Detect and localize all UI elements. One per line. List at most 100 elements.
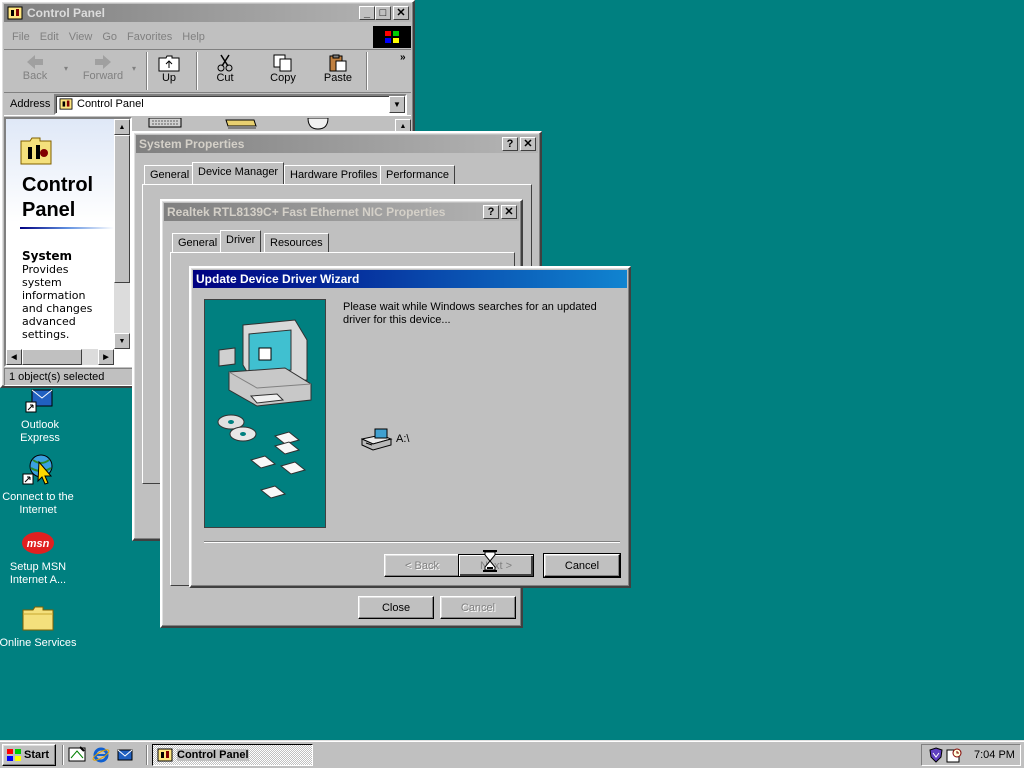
address-bar: Address Control Panel ▼ (4, 92, 411, 116)
desktop-icon-label: Setup MSN Internet A... (9, 561, 67, 586)
tab-performance[interactable]: Performance (380, 165, 455, 185)
page-title-line1: Control (22, 174, 94, 196)
tab-resources[interactable]: Resources (264, 233, 329, 253)
svg-text:msn: msn (27, 538, 50, 550)
wizard-message: Please wait while Windows searches for a… (343, 301, 597, 326)
address-dropdown-button[interactable]: ▼ (389, 96, 405, 113)
cancel-label: Cancel (564, 559, 600, 572)
control-panel-icon (59, 98, 73, 110)
desktop-icon-label: Outlook Express (20, 419, 60, 444)
copy-label: Copy (270, 72, 296, 84)
desktop-icon-outlook-express[interactable]: Outlook Express (0, 386, 80, 445)
tab-general[interactable]: General (144, 165, 196, 185)
close-button[interactable]: ✕ (520, 137, 536, 151)
taskbar-task-control-panel[interactable]: Control Panel (152, 744, 313, 766)
paste-label: Paste (323, 72, 353, 84)
address-input[interactable]: Control Panel ▼ (54, 94, 407, 115)
internet-explorer-icon[interactable] (92, 746, 110, 764)
minimize-button[interactable]: _ (359, 6, 375, 20)
keyboard-icon (148, 118, 182, 128)
back-label: Back (22, 70, 48, 82)
cut-button[interactable]: Cut (210, 54, 240, 84)
floppy-drive-icon (361, 428, 393, 451)
show-desktop-icon[interactable] (68, 746, 86, 764)
close-dialog-button[interactable]: Close (358, 596, 434, 619)
drive-label: A:\ (396, 433, 410, 445)
update-driver-wizard: Update Device Driver Wizard Please wait … (189, 266, 631, 588)
cancel-dialog-button[interactable]: Cancel (440, 596, 516, 619)
cancel-label: Cancel (460, 601, 496, 614)
clock: 7:04 PM (974, 749, 1015, 761)
horizontal-scrollbar[interactable]: ◀ ▶ (6, 349, 114, 365)
quick-launch (68, 746, 134, 764)
tab-hardware-profiles[interactable]: Hardware Profiles (284, 165, 384, 185)
control-panel-icon (157, 748, 173, 762)
window-title: Control Panel (27, 6, 106, 20)
modem-icon (225, 119, 257, 129)
cut-label: Cut (216, 72, 234, 84)
address-value: Control Panel (77, 98, 144, 110)
up-label: Up (161, 72, 177, 84)
task-label: Control Panel (177, 749, 249, 761)
scissors-icon (217, 54, 233, 72)
control-panel-titlebar[interactable]: Control Panel _ □ ✕ (4, 4, 411, 22)
copy-button[interactable]: Copy (266, 54, 300, 84)
help-button[interactable]: ? (483, 205, 499, 219)
wizard-cancel-button[interactable]: Cancel (543, 553, 621, 578)
desktop-icon-setup-msn[interactable]: msn Setup MSN Internet A... (0, 530, 78, 587)
desktop-icon-online-services[interactable]: Online Services (0, 604, 78, 650)
scroll-down-button[interactable]: ▼ (114, 333, 130, 349)
tab-device-manager[interactable]: Device Manager (192, 162, 285, 184)
vertical-scrollbar[interactable]: ▲ ▼ (114, 119, 130, 349)
menu-file[interactable]: File (12, 31, 30, 43)
tab-general[interactable]: General (172, 233, 224, 253)
help-button[interactable]: ? (502, 137, 518, 151)
scroll-right-button[interactable]: ▶ (98, 349, 114, 365)
close-button[interactable]: ✕ (393, 6, 409, 20)
shield-icon[interactable] (928, 747, 944, 763)
web-view-panel: Control Panel System Provides system inf… (6, 119, 114, 349)
menu-edit[interactable]: Edit (40, 31, 59, 43)
hourglass-cursor-icon (483, 550, 497, 572)
item-description: Provides system information and changes … (22, 263, 93, 341)
status-bar: 1 object(s) selected (4, 368, 135, 386)
content-pane: Control Panel System Provides system inf… (4, 117, 132, 367)
menu-help[interactable]: Help (182, 31, 205, 43)
back-dropdown-icon[interactable]: ▾ (64, 64, 68, 73)
copy-icon (273, 54, 292, 72)
paste-button[interactable]: Paste (320, 54, 356, 84)
hscroll-thumb[interactable] (22, 349, 82, 365)
menu-view[interactable]: View (69, 31, 93, 43)
windows-flag-icon (7, 749, 21, 761)
control-panel-large-icon (20, 137, 52, 165)
menu-bar: File Edit View Go Favorites Help (12, 29, 215, 45)
paste-clipboard-icon (329, 54, 347, 72)
forward-dropdown-icon[interactable]: ▾ (132, 64, 136, 73)
page-title-line2: Panel (22, 199, 76, 221)
wizard-titlebar[interactable]: Update Device Driver Wizard (193, 270, 627, 288)
menu-go[interactable]: Go (102, 31, 117, 43)
tab-driver[interactable]: Driver (220, 230, 262, 252)
scheduler-icon[interactable] (946, 747, 962, 763)
nic-properties-titlebar[interactable]: Realtek RTL8139C+ Fast Ethernet NIC Prop… (164, 203, 519, 221)
maximize-button[interactable]: □ (375, 6, 391, 20)
outlook-express-icon (25, 389, 53, 413)
forward-button[interactable]: Forward (78, 54, 128, 82)
menu-favorites[interactable]: Favorites (127, 31, 172, 43)
start-button[interactable]: Start (2, 744, 56, 766)
taskbar-separator (146, 745, 148, 765)
desktop-icon-connect-internet[interactable]: Connect to the Internet (0, 452, 78, 517)
scroll-thumb[interactable] (114, 135, 130, 283)
up-button[interactable]: Up (152, 54, 186, 84)
outlook-express-icon[interactable] (116, 746, 134, 764)
up-folder-icon (158, 55, 180, 72)
scroll-up-button[interactable]: ▲ (114, 119, 130, 135)
back-button[interactable]: Back (12, 54, 58, 82)
toolbar-chevron-icon[interactable]: » (400, 52, 406, 63)
wizard-back-button[interactable]: < Back (384, 554, 460, 577)
close-button[interactable]: ✕ (501, 205, 517, 219)
start-label: Start (24, 749, 50, 761)
scroll-left-button[interactable]: ◀ (6, 349, 22, 365)
title-divider (20, 227, 114, 229)
system-properties-titlebar[interactable]: System Properties ? ✕ (136, 135, 538, 153)
